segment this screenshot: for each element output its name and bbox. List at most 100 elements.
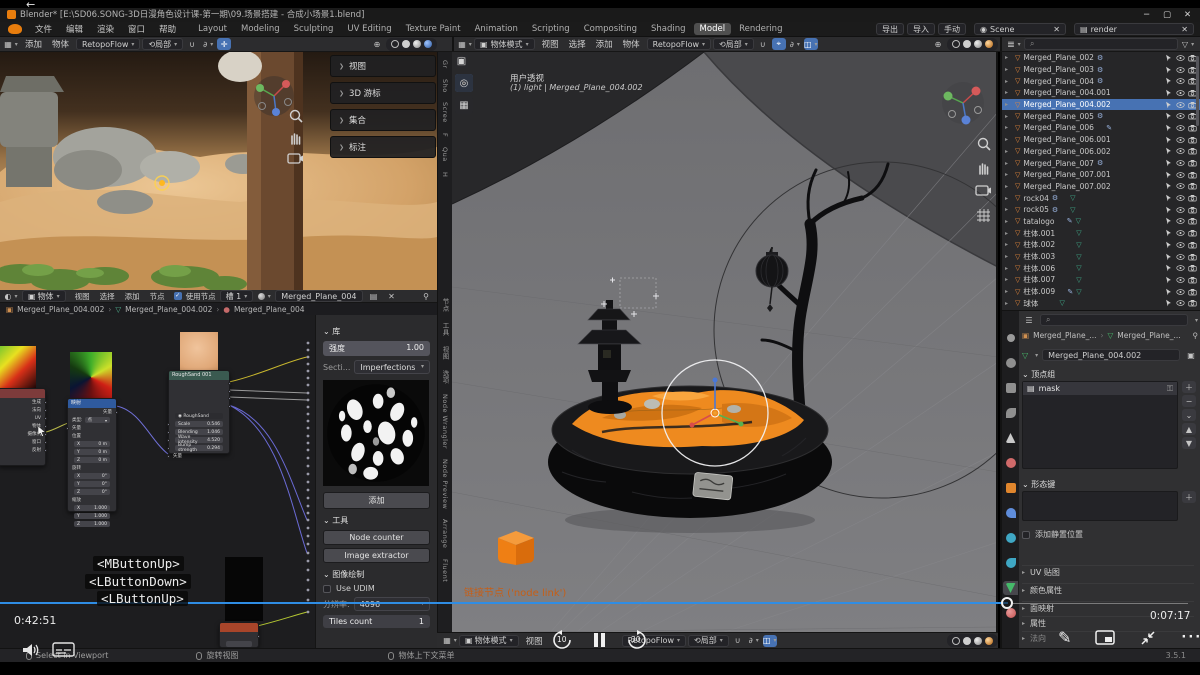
expand-arrow-icon[interactable]: ▸ [1005,78,1012,85]
tab-output[interactable] [1003,381,1018,395]
menu-item[interactable]: 渲染 [90,23,121,35]
hide-eye-icon[interactable] [1176,217,1185,225]
tab-render[interactable] [1003,356,1018,370]
workspace-tab[interactable]: Model [694,23,732,35]
mute-speaker-icon[interactable] [20,641,42,659]
filter-funnel-icon[interactable]: ▽▾ [1181,38,1195,50]
breadcrumb-data[interactable]: Merged_Plane_... [1117,331,1180,340]
selectable-icon[interactable] [1164,66,1173,74]
skip-forward-30-button[interactable]: 30 [627,630,647,650]
minimize-button[interactable]: ─ [1144,8,1149,22]
node-output-socket[interactable]: 法向 [0,406,45,414]
object-name[interactable]: Merged_Plane_006 [1023,123,1094,132]
add-shapekey-button[interactable]: ＋ [1182,491,1196,503]
tab-object[interactable] [1003,481,1018,495]
outliner-row[interactable]: ▸ ▽ 柱体.002 ⚙ ✎ ▽ [1002,239,1200,251]
wireframe-shading-icon[interactable] [391,40,399,48]
value-field[interactable]: X1.000 [68,504,116,512]
shape-keys-list[interactable] [1022,491,1178,521]
object-name[interactable]: 柱体.007 [1023,274,1055,285]
rest-position-checkbox[interactable] [1022,531,1030,539]
add-button[interactable]: 添加 [323,492,430,509]
render-camera-icon[interactable] [1188,299,1197,307]
annotate-pencil-button[interactable]: ✎ [1058,628,1071,647]
node-output-socket[interactable]: 窗口 [0,438,45,446]
outliner-row[interactable]: ▸ ▽ Merged_Plane_006.002 ⚙ ✎ ▽ [1002,146,1200,158]
outliner-row[interactable]: ▸ ▽ rock05 ⚙ ✎ ▽ [1002,204,1200,216]
value-field[interactable]: X0 m [68,440,116,448]
tiles-count-slider[interactable]: Tiles count1 [323,615,430,628]
selectable-icon[interactable] [1164,299,1173,307]
outliner-row[interactable]: ▸ ▽ 柱体.001 ⚙ ✎ ▽ [1002,227,1200,239]
viewport-menu-item[interactable]: 视图 [521,635,548,647]
tab-object-data[interactable] [1003,581,1018,595]
export-button[interactable]: 导出 [876,23,904,35]
shading-mode-switch[interactable] [947,634,998,647]
mesh-name-field[interactable]: Merged_Plane_004.002 [1042,349,1180,361]
shading-mode-switch[interactable] [386,38,437,51]
outliner-row[interactable]: ▸ ▽ Merged_Plane_004 ⚙ ✎ ▽ [1002,75,1200,87]
hide-eye-icon[interactable] [1176,171,1185,179]
tool-button[interactable]: Node counter [323,530,430,545]
orientation-dropdown[interactable]: ⟲ 局部▾ [713,38,754,50]
camera-view-icon[interactable] [975,184,992,197]
viewport-menu-item[interactable]: 物体 [618,38,645,50]
expand-arrow-icon[interactable]: ▸ [1005,241,1012,248]
menu-item[interactable]: 编辑 [59,23,90,35]
viewport-menu-item[interactable]: 视图 [537,38,564,50]
sidebar-tab[interactable]: H [441,172,449,177]
workspace-tab[interactable]: Modeling [235,23,286,35]
sidebar-tab[interactable]: Sho [441,79,449,93]
properties-options-icon[interactable]: ▾ [1195,317,1198,324]
rendered-viewport[interactable]: ❯ 视图 ❯ 3D 游标 ❯ 集合 ❯ 标注 [0,52,437,290]
expand-arrow-icon[interactable]: ▸ [1005,113,1012,120]
outliner-row[interactable]: ▸ ▽ Merged_Plane_007 ⚙ ✎ ▽ [1002,157,1200,169]
tab-scene[interactable] [1003,431,1018,445]
npanel-section-header[interactable]: ❯ 3D 游标 [330,82,436,104]
selectable-icon[interactable] [1164,171,1173,179]
outliner-row[interactable]: ▸ ▽ Merged_Plane_006 ⚙ ✎ ▽ [1002,122,1200,134]
pan-hand-icon[interactable] [976,160,992,176]
retopoflow-menu[interactable]: RetopoFlow▾ [76,38,140,50]
udim-checkbox[interactable] [323,585,331,593]
render-camera-icon[interactable] [1188,206,1197,214]
viewport-menu-item[interactable]: 物体 [47,38,74,50]
workspace-tab[interactable]: Sculpting [288,23,340,35]
tab-particles[interactable] [1003,531,1018,545]
hide-eye-icon[interactable] [1176,182,1185,190]
workspace-tab[interactable]: Compositing [578,23,643,35]
snap-magnet-icon[interactable]: ∪ [185,38,199,50]
render-camera-icon[interactable] [1188,182,1197,190]
tab-view-layer[interactable] [1003,406,1018,420]
rendered-shading-icon[interactable] [985,40,993,48]
cursor-select-tool[interactable]: ▣ [455,55,468,68]
zoom-icon[interactable] [976,136,992,152]
npanel-section-header[interactable]: ❯ 集合 [330,109,436,131]
render-camera-icon[interactable] [1188,264,1197,272]
object-name[interactable]: Merged_Plane_004.002 [1023,100,1110,109]
outliner-row[interactable]: ▸ ▽ rock04 ⚙ ✎ ▽ [1002,192,1200,204]
outliner-row[interactable]: ▸ ▽ 柱体.006 ⚙ ✎ ▽ [1002,262,1200,274]
navigation-gizmo[interactable] [940,80,986,126]
proportional-edit-icon[interactable]: ∂▾ [201,38,215,50]
snap-toggle-icon[interactable]: ⌖ [772,38,786,50]
selectable-icon[interactable] [1164,77,1173,85]
workspace-tab[interactable]: Scripting [526,23,576,35]
imperfection-texture-preview[interactable] [323,380,429,486]
expand-arrow-icon[interactable]: ▸ [1005,300,1012,307]
move-down-button[interactable]: ▼ [1182,437,1196,449]
tab-world[interactable] [1003,456,1018,470]
vertex-groups-header[interactable]: ⌄ 顶点组 [1022,369,1055,380]
sidebar-tab[interactable]: 节点 [440,298,450,312]
lock-icon[interactable]: ⚿ [1167,384,1173,394]
hide-eye-icon[interactable] [1176,276,1185,284]
expand-arrow-icon[interactable]: ▸ [1005,148,1012,155]
hide-eye-icon[interactable] [1176,147,1185,155]
object-name[interactable]: Merged_Plane_007.001 [1023,170,1110,179]
pip-button[interactable] [1095,630,1115,645]
outliner-search-input[interactable]: ⌕ [1024,38,1178,50]
hide-eye-icon[interactable] [1176,89,1185,97]
object-name[interactable]: Merged_Plane_007 [1023,159,1094,168]
shape-keys-header[interactable]: ⌄ 形态键 [1022,479,1055,490]
more-options-button[interactable]: ··· [1181,630,1200,645]
